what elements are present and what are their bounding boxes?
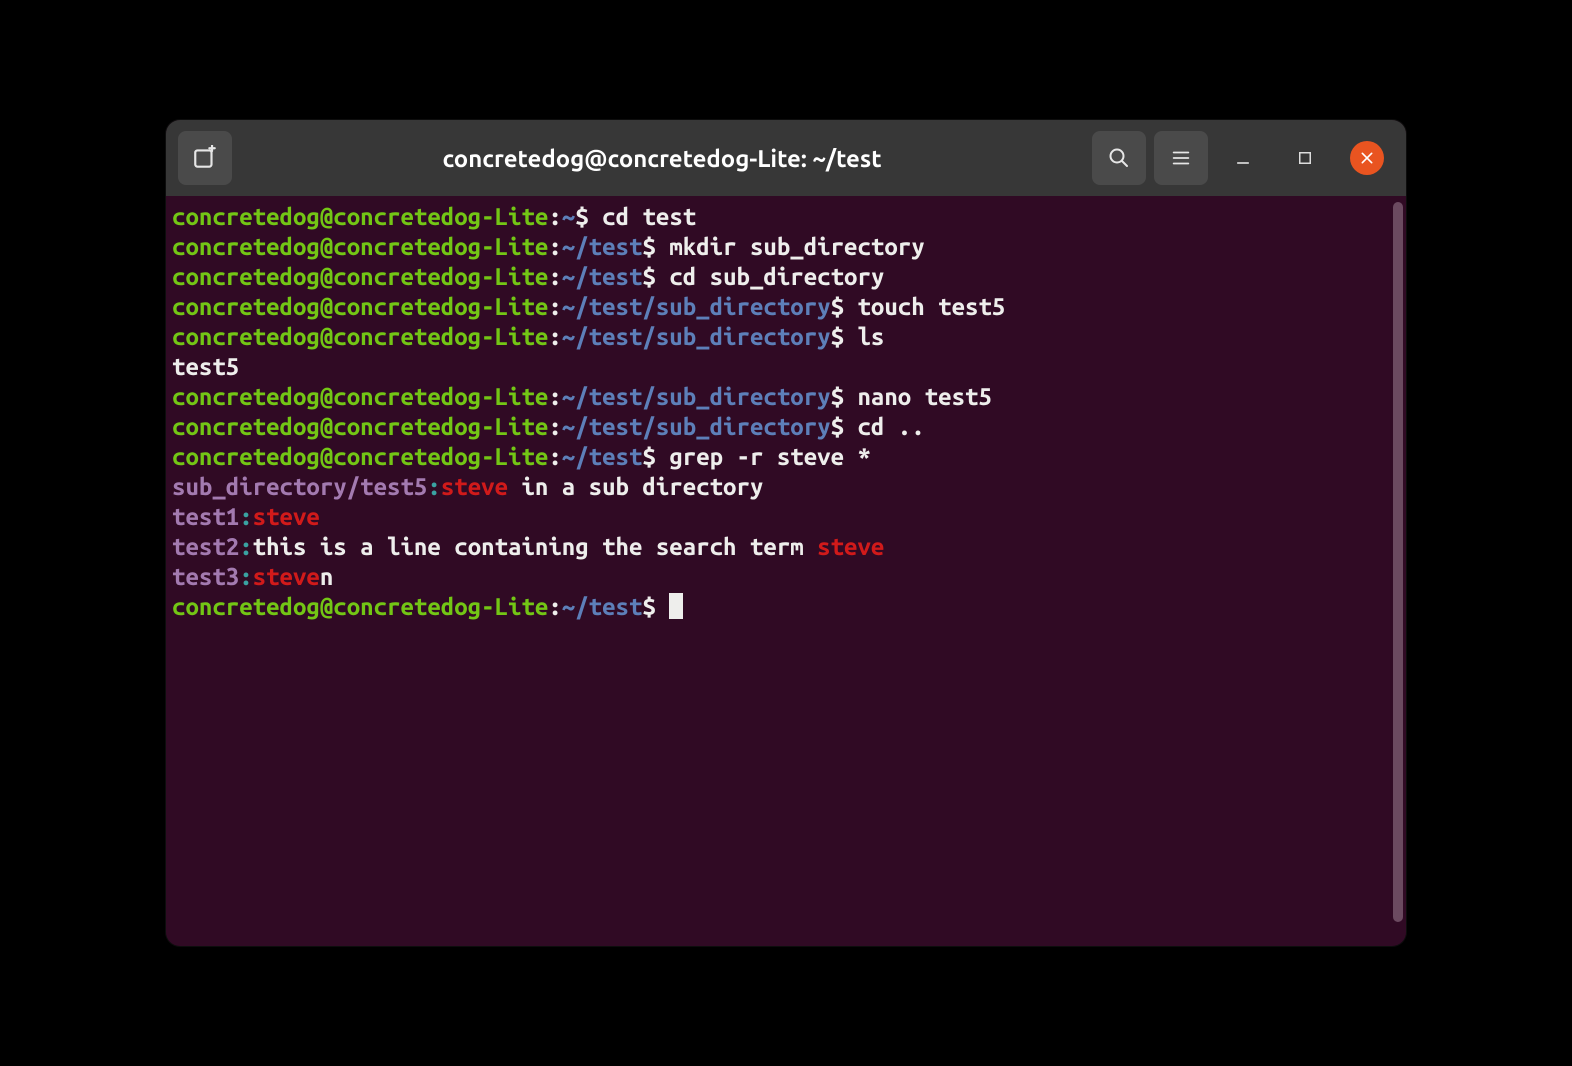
terminal-window: concretedog@concretedog-Lite: ~/test [166,120,1406,946]
window-title: concretedog@concretedog-Lite: ~/test [240,145,1084,172]
titlebar: concretedog@concretedog-Lite: ~/test [166,120,1406,196]
hamburger-icon [1170,147,1192,169]
terminal-line: concretedog@concretedog-Lite:~/test/sub_… [172,412,1402,442]
search-button[interactable] [1092,131,1146,185]
minimize-icon [1233,148,1253,168]
terminal-line: concretedog@concretedog-Lite:~/test/sub_… [172,382,1402,412]
terminal-line: concretedog@concretedog-Lite:~/test/sub_… [172,292,1402,322]
terminal-line: concretedog@concretedog-Lite:~$ cd test [172,202,1402,232]
search-icon [1107,146,1131,170]
terminal-line: concretedog@concretedog-Lite:~/test$ gre… [172,442,1402,472]
close-button[interactable] [1350,141,1384,175]
terminal-line: test3:steven [172,562,1402,592]
terminal-line: test5 [172,352,1402,382]
hamburger-menu-button[interactable] [1154,131,1208,185]
maximize-button[interactable] [1278,131,1332,185]
terminal-line: sub_directory/test5:steve in a sub direc… [172,472,1402,502]
cursor [669,593,683,619]
terminal-viewport[interactable]: concretedog@concretedog-Lite:~$ cd testc… [166,196,1406,946]
new-tab-button[interactable] [178,131,232,185]
terminal-line: concretedog@concretedog-Lite:~/test$ [172,592,1402,622]
maximize-icon [1296,149,1314,167]
terminal-line: concretedog@concretedog-Lite:~/test/sub_… [172,322,1402,352]
terminal-line: test1:steve [172,502,1402,532]
new-tab-icon [192,145,218,171]
minimize-button[interactable] [1216,131,1270,185]
terminal-line: test2:this is a line containing the sear… [172,532,1402,562]
scrollbar-thumb[interactable] [1393,202,1403,922]
terminal-line: concretedog@concretedog-Lite:~/test$ cd … [172,262,1402,292]
terminal-content: concretedog@concretedog-Lite:~$ cd testc… [172,202,1402,622]
close-icon [1359,150,1375,166]
terminal-line: concretedog@concretedog-Lite:~/test$ mkd… [172,232,1402,262]
